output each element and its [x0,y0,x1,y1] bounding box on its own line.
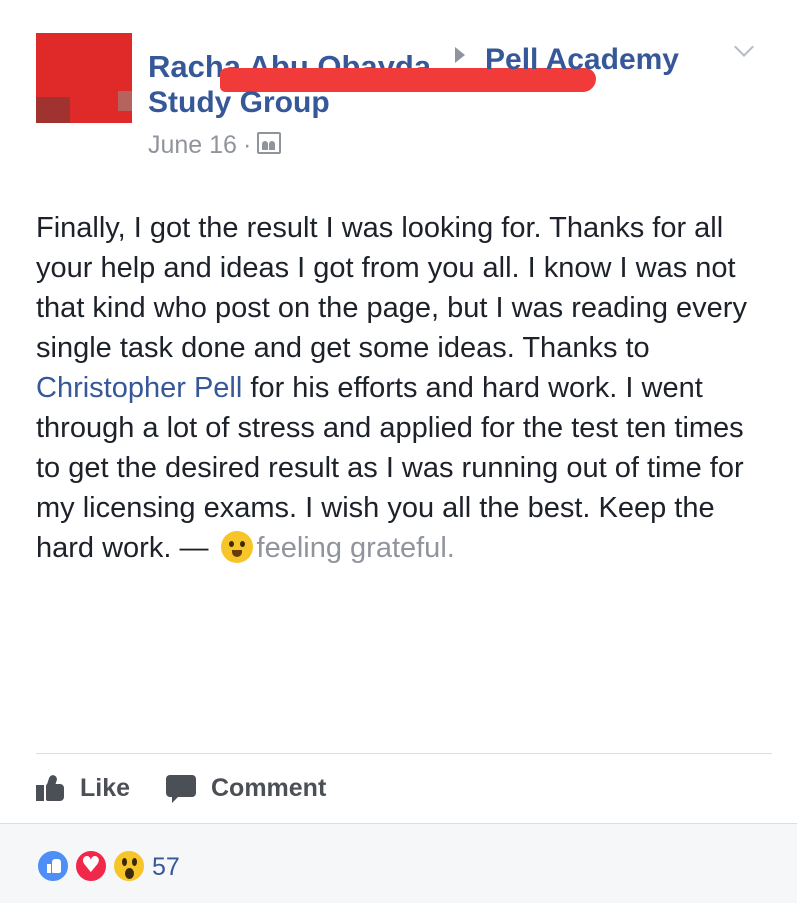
feeling-activity[interactable]: feeling grateful. [257,532,455,564]
avatar-photo-fragment [118,91,132,111]
reaction-icons[interactable] [36,849,146,883]
like-label: Like [80,773,131,802]
grateful-face-emoji-icon [220,531,253,563]
comment-label: Comment [211,773,327,802]
reaction-count[interactable]: 57 [152,850,180,884]
group-name-link[interactable]: Pell Academy Study Group [148,38,708,124]
post-date-link[interactable]: June 16 [148,131,237,159]
mention-link[interactable]: Christopher Pell [36,372,242,404]
comment-bubble-icon [166,773,196,803]
post-body: Finally, I got the result I was looking … [36,208,766,568]
wow-reaction-icon [112,849,146,883]
like-reaction-icon [36,849,70,883]
thumbs-up-icon [36,774,68,801]
post-meta: June 16 · [148,128,282,162]
group-audience-icon[interactable] [257,132,282,154]
comment-button[interactable]: Comment [166,770,326,806]
reactions-footer: 57 [0,823,797,903]
meta-separator: · [242,131,252,159]
author-avatar[interactable] [36,33,132,123]
avatar-photo-fragment [36,97,70,123]
post-text-part: Finally, I got the result I was looking … [36,212,747,364]
action-divider [36,753,772,754]
love-reaction-icon [74,849,108,883]
chevron-down-icon[interactable] [734,37,754,57]
like-button[interactable]: Like [36,770,130,806]
